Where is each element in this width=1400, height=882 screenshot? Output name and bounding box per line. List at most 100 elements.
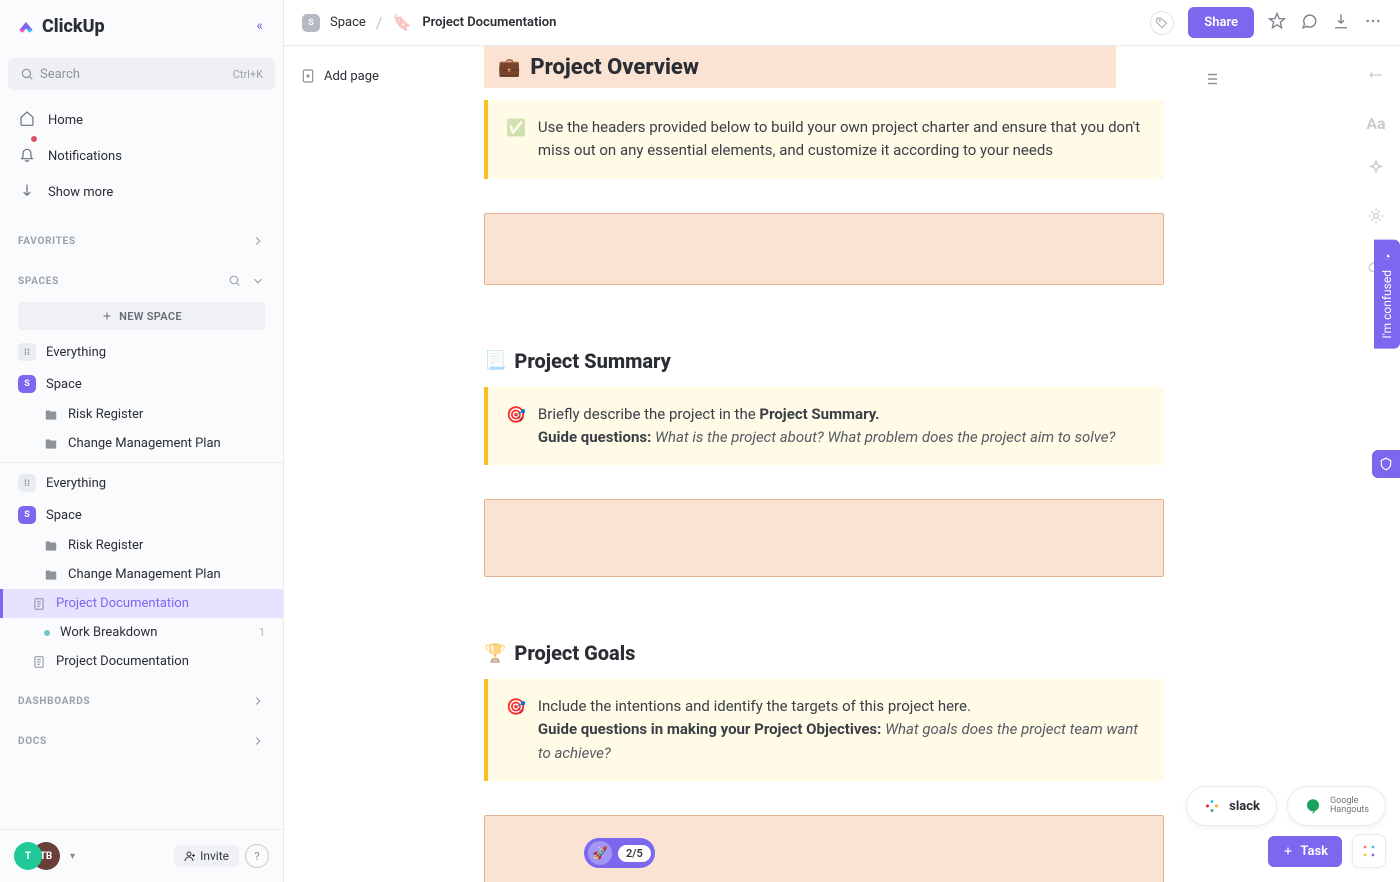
folder-icon: [44, 408, 58, 422]
heading-title: Project Overview: [530, 55, 699, 80]
avatar-stack[interactable]: T TB: [14, 842, 60, 870]
section-spaces[interactable]: SPACES: [0, 256, 283, 296]
apps-grid-icon: [1361, 843, 1377, 859]
search-icon[interactable]: [228, 274, 241, 287]
add-page-button[interactable]: Add page: [294, 64, 454, 88]
apps-menu-button[interactable]: [1352, 834, 1386, 868]
doc-icon: [32, 655, 46, 669]
dots-icon: [1364, 12, 1382, 30]
slack-chip[interactable]: slack: [1186, 786, 1277, 826]
nav-home-label: Home: [48, 113, 83, 128]
page-outline: Add page: [284, 46, 464, 882]
integrations-row: slack GoogleHangouts: [1186, 786, 1386, 826]
new-space-button[interactable]: NEW SPACE: [18, 302, 265, 330]
callout-overview[interactable]: ✅ Use the headers provided below to buil…: [484, 100, 1164, 179]
tree-change-mgmt-1[interactable]: Change Management Plan: [0, 429, 283, 458]
space-icon: S: [18, 506, 36, 524]
sparkle-icon: [1367, 159, 1385, 177]
arrows-horizontal-icon: [1367, 66, 1385, 84]
space-tree: ⁞⁞Everything SSpace Risk Register Change…: [0, 336, 283, 676]
chevron-right-icon: [251, 694, 265, 708]
breadcrumb-page[interactable]: Project Documentation: [422, 15, 556, 30]
nav-notifications[interactable]: Notifications: [0, 138, 283, 174]
fab-row: Task: [1268, 834, 1386, 868]
heading-overview[interactable]: 💼 Project Overview: [484, 46, 1116, 88]
share-button[interactable]: Share: [1188, 7, 1254, 38]
chevron-right-icon: [251, 734, 265, 748]
breadcrumb-space[interactable]: Space: [330, 15, 366, 30]
side-panel-handle[interactable]: [1372, 450, 1400, 478]
search-input[interactable]: Search Ctrl+K: [8, 58, 275, 90]
star-button[interactable]: [1268, 12, 1286, 34]
slack-icon: [1203, 797, 1221, 815]
typography-button[interactable]: Aa: [1366, 114, 1385, 133]
breadcrumb-space-badge[interactable]: S: [302, 14, 320, 32]
hangouts-icon: [1304, 797, 1322, 815]
tree-risk-register-1[interactable]: Risk Register: [0, 400, 283, 429]
heading-title: Project Summary: [514, 349, 670, 373]
tree-everything[interactable]: ⁞⁞Everything: [0, 336, 283, 368]
bookmark-icon: 🔖: [392, 13, 412, 32]
section-dashboards[interactable]: DASHBOARDS: [0, 676, 283, 716]
folder-icon: [44, 437, 58, 451]
tree-risk-register-2[interactable]: Risk Register: [0, 531, 283, 560]
chevron-right-icon: [251, 234, 265, 248]
section-docs[interactable]: DOCS: [0, 716, 283, 756]
hangouts-chip[interactable]: GoogleHangouts: [1287, 786, 1386, 826]
download-button[interactable]: [1332, 12, 1350, 34]
heading-goals[interactable]: 🏆 Project Goals: [484, 641, 1164, 665]
help-button[interactable]: ?: [245, 844, 269, 868]
heading-summary[interactable]: 📃 Project Summary: [484, 349, 1164, 373]
chevron-down-icon[interactable]: [251, 274, 265, 288]
gear-icon: [1367, 207, 1385, 225]
dashboards-label: DASHBOARDS: [18, 696, 90, 707]
dot-icon: [44, 630, 50, 636]
invite-button[interactable]: Invite: [174, 845, 239, 867]
docs-label: DOCS: [18, 736, 47, 747]
more-button[interactable]: [1364, 12, 1382, 34]
sidebar-footer: T TB ▾ Invite ?: [0, 829, 283, 882]
input-box-overview[interactable]: [484, 213, 1164, 285]
folder-icon: [44, 539, 58, 553]
callout-text: Use the headers provided below to build …: [538, 116, 1146, 163]
document-body[interactable]: 💼 Project Overview ✅ Use the headers pro…: [464, 46, 1400, 882]
clock-icon: ◔: [1380, 250, 1394, 264]
space-icon: S: [18, 375, 36, 393]
main: S Space / 🔖 Project Documentation Share …: [284, 0, 1400, 882]
tree-project-documentation[interactable]: Project Documentation: [0, 647, 283, 676]
brand[interactable]: ClickUp «: [0, 0, 283, 52]
tree-work-breakdown[interactable]: Work Breakdown1: [0, 618, 283, 647]
input-box-summary[interactable]: [484, 499, 1164, 577]
shield-icon: [1379, 457, 1393, 471]
section-favorites[interactable]: FAVORITES: [0, 216, 283, 256]
onboarding-progress[interactable]: 🚀 2/5: [584, 838, 655, 868]
chevron-down-icon[interactable]: ▾: [70, 851, 75, 862]
topbar: S Space / 🔖 Project Documentation Share: [284, 0, 1400, 46]
tag-button[interactable]: [1150, 11, 1174, 35]
toc-button[interactable]: [1202, 70, 1220, 92]
tree-space-2[interactable]: SSpace: [0, 499, 283, 531]
tree-project-documentation-active[interactable]: Project Documentation: [0, 589, 283, 618]
tree-space-1[interactable]: SSpace: [0, 368, 283, 400]
home-icon: [19, 110, 35, 126]
settings-button[interactable]: [1367, 207, 1385, 229]
tree-everything-2[interactable]: ⁞⁞Everything: [0, 467, 283, 499]
callout-goals[interactable]: 🎯 Include the intentions and identify th…: [484, 679, 1164, 781]
ai-button[interactable]: [1367, 159, 1385, 181]
im-confused-button[interactable]: I'm confused ◔: [1374, 240, 1400, 349]
collapse-sidebar-icon[interactable]: «: [252, 14, 267, 38]
comments-button[interactable]: [1300, 12, 1318, 34]
width-toggle[interactable]: [1367, 66, 1385, 88]
nav-show-more[interactable]: Show more: [0, 174, 283, 210]
search-placeholder: Search: [40, 67, 233, 82]
avatar: T: [14, 842, 42, 870]
tree-change-mgmt-2[interactable]: Change Management Plan: [0, 560, 283, 589]
new-task-button[interactable]: Task: [1268, 836, 1342, 867]
plus-icon: [1282, 845, 1294, 857]
bell-icon: [19, 146, 35, 162]
callout-summary[interactable]: 🎯 Briefly describe the project in the Pr…: [484, 387, 1164, 466]
nav-notifications-label: Notifications: [48, 149, 122, 164]
nav-home[interactable]: Home: [0, 102, 283, 138]
divider: [0, 462, 283, 463]
search-icon: [20, 67, 34, 81]
